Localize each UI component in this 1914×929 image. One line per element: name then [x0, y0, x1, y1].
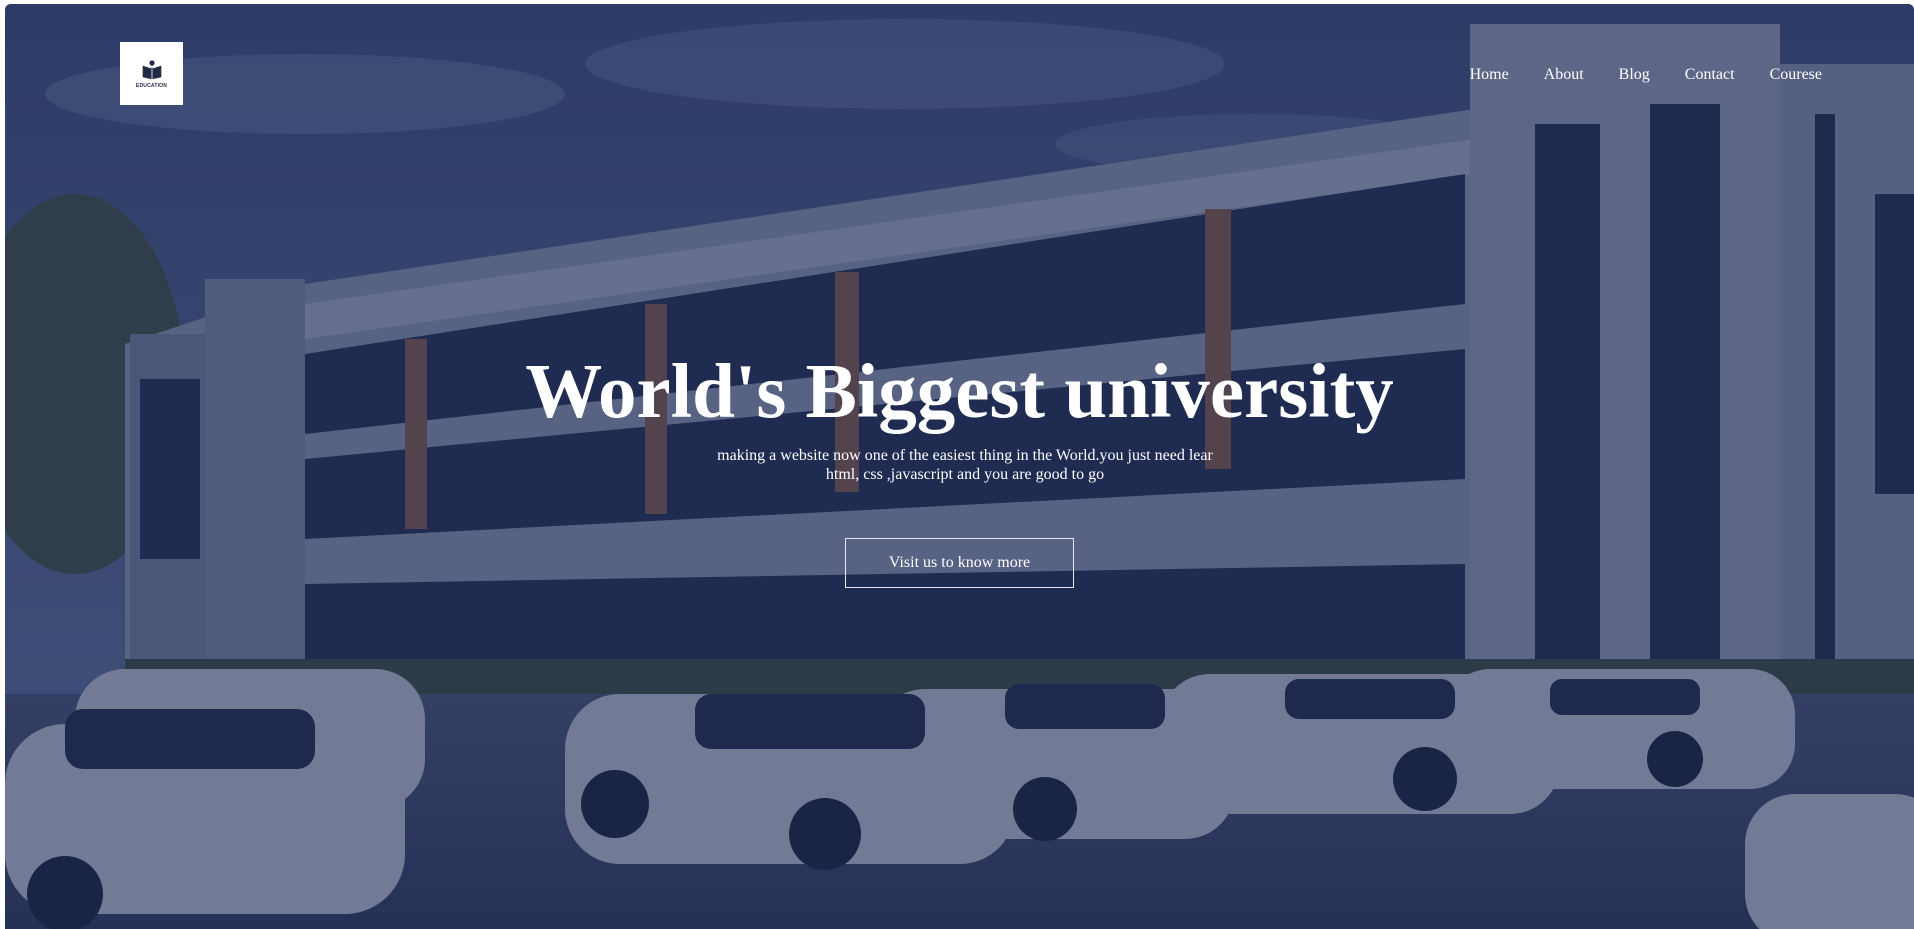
- site-logo[interactable]: EDUCATION: [120, 42, 183, 105]
- nav-link-contact[interactable]: Contact: [1685, 66, 1735, 84]
- nav-link-courses[interactable]: Courese: [1770, 66, 1822, 84]
- hero-subtitle-line-1: making a website now one of the easiest …: [717, 447, 1213, 464]
- book-reader-icon: [142, 60, 161, 80]
- hero-subtitle: making a website now one of the easiest …: [685, 446, 1245, 484]
- visit-us-button[interactable]: Visit us to know more: [845, 538, 1074, 588]
- nav-link-home[interactable]: Home: [1470, 66, 1509, 84]
- hero-title: World's Biggest university: [525, 348, 1394, 434]
- hero-subtitle-line-2: html, css ,javascript and you are good t…: [825, 466, 1105, 483]
- nav-link-about[interactable]: About: [1544, 66, 1584, 84]
- logo-text: EDUCATION: [135, 83, 168, 89]
- hero-section: EDUCATION Home About Blog Contact Coures…: [5, 4, 1914, 929]
- nav-link-blog[interactable]: Blog: [1619, 66, 1650, 84]
- main-navigation: Home About Blog Contact Courese: [1470, 66, 1822, 84]
